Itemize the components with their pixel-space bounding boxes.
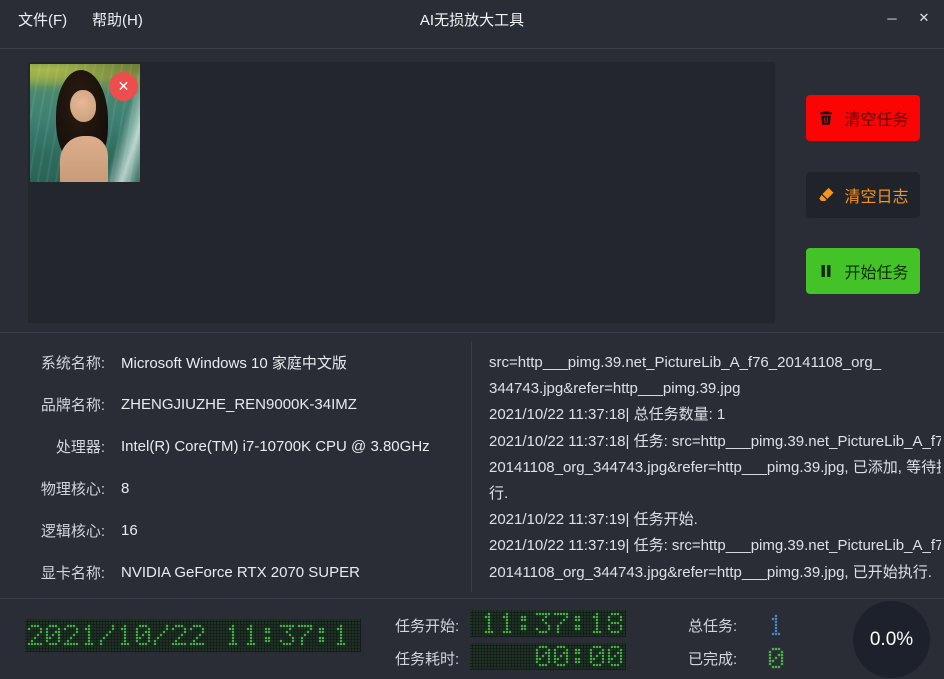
info-label: 系统名称: [20, 352, 105, 373]
task-list-panel: ✕ [28, 62, 775, 323]
led-datetime-display [25, 619, 361, 652]
task-thumbnail[interactable]: ✕ [30, 64, 140, 182]
eraser-icon [817, 186, 835, 204]
remove-task-icon[interactable]: ✕ [109, 72, 138, 101]
completed-label: 已完成: [688, 648, 737, 669]
progress-indicator: 0.0% [853, 601, 930, 678]
trash-icon [817, 109, 835, 127]
info-value: Microsoft Windows 10 家庭中文版 [121, 352, 347, 373]
pause-icon [817, 262, 835, 280]
start-task-button[interactable]: 开始任务 [806, 248, 920, 294]
clear-tasks-label: 清空任务 [844, 106, 908, 130]
thumbnail-person-face [70, 90, 96, 122]
info-value: 8 [121, 480, 129, 497]
clear-logs-button[interactable]: 清空日志 [806, 172, 920, 218]
log-line: 2021/10/22 11:37:18| 总任务数量: 1 [489, 402, 941, 428]
log-line: 2021/10/22 11:37:19| 任务开始. [489, 507, 941, 533]
content-divider [0, 332, 944, 333]
info-row-cpu: 处理器: Intel(R) Core(TM) i7-10700K CPU @ 3… [20, 425, 460, 467]
system-info: 系统名称: Microsoft Windows 10 家庭中文版 品牌名称: Z… [20, 341, 460, 593]
info-value: 16 [121, 522, 138, 539]
info-label: 处理器: [20, 436, 105, 457]
log-line: 2021/10/22 11:37:19| 任务: src=http___pimg… [489, 533, 941, 559]
info-value: NVIDIA GeForce RTX 2070 SUPER [121, 564, 360, 581]
log-line: 20141108_org_344743.jpg&refer=http___pim… [489, 455, 941, 481]
log-panel[interactable]: src=http___pimg.39.net_PictureLib_A_f76_… [489, 350, 941, 590]
titlebar-divider [0, 48, 944, 49]
info-value: Intel(R) Core(TM) i7-10700K CPU @ 3.80GH… [121, 438, 430, 455]
start-task-label: 开始任务 [844, 259, 908, 283]
led-completed-count [766, 645, 784, 672]
led-task-start-time [470, 610, 626, 637]
app-window: 文件(F) 帮助(H) AI无损放大工具 ─ ✕ ✕ 清空任务 清空日志 开始任… [0, 0, 944, 679]
clear-tasks-button[interactable]: 清空任务 [806, 95, 920, 141]
info-row-physical-cores: 物理核心: 8 [20, 467, 460, 509]
log-line: 行. [489, 481, 941, 507]
window-title: AI无损放大工具 [0, 9, 944, 30]
thumbnail-person-shoulder [60, 136, 108, 182]
log-line: 344743.jpg&refer=http___pimg.39.jpg [489, 376, 941, 402]
titlebar: 文件(F) 帮助(H) AI无损放大工具 ─ ✕ [0, 0, 944, 48]
task-elapsed-label: 任务耗时: [395, 648, 459, 669]
info-row-gpu: 显卡名称: NVIDIA GeForce RTX 2070 SUPER [20, 551, 460, 593]
info-label: 显卡名称: [20, 562, 105, 583]
progress-value: 0.0% [870, 629, 913, 651]
task-start-label: 任务开始: [395, 615, 459, 636]
log-line: src=http___pimg.39.net_PictureLib_A_f76_… [489, 350, 941, 376]
clear-logs-label: 清空日志 [844, 183, 908, 207]
close-button[interactable]: ✕ [910, 6, 938, 30]
total-tasks-label: 总任务: [688, 615, 737, 636]
log-line: 2021/10/22 11:37:18| 任务: src=http___pimg… [489, 429, 941, 455]
statusbar-divider [0, 598, 944, 599]
info-row-brand: 品牌名称: ZHENGJIUZHE_REN9000K-34IMZ [20, 383, 460, 425]
info-row-os: 系统名称: Microsoft Windows 10 家庭中文版 [20, 341, 460, 383]
info-log-divider [471, 341, 472, 592]
log-line: 20141108_org_344743.jpg&refer=http___pim… [489, 560, 941, 586]
led-task-elapsed-time [470, 643, 626, 670]
minimize-button[interactable]: ─ [878, 6, 906, 30]
info-label: 逻辑核心: [20, 520, 105, 541]
led-total-tasks-count [766, 612, 784, 639]
info-row-logical-cores: 逻辑核心: 16 [20, 509, 460, 551]
info-value: ZHENGJIUZHE_REN9000K-34IMZ [121, 396, 357, 413]
info-label: 物理核心: [20, 478, 105, 499]
info-label: 品牌名称: [20, 394, 105, 415]
